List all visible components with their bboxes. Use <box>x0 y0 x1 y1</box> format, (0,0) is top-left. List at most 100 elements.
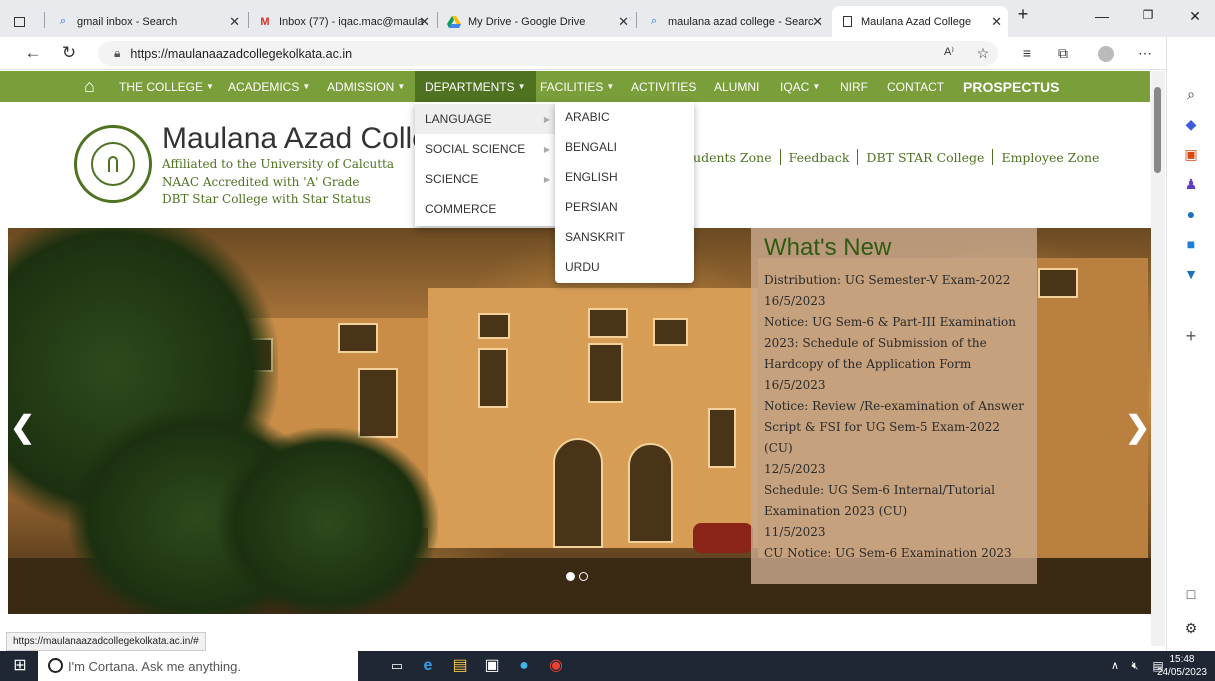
carousel-prev-arrow[interactable]: ❮ <box>10 410 35 445</box>
news-date: 16/5/2023 <box>764 294 826 308</box>
close-window-button[interactable]: ✕ <box>1185 8 1205 25</box>
nav-item-nirf[interactable]: NIRF <box>840 71 868 102</box>
nav-item-alumni[interactable]: ALUMNI <box>714 71 759 102</box>
edge-icon[interactable]: ● <box>514 656 534 676</box>
favorite-star-icon[interactable]: ☆ <box>974 45 992 62</box>
close-tab-icon[interactable]: ✕ <box>618 14 629 30</box>
shopping-tag-icon[interactable]: ◆ <box>1182 115 1200 133</box>
news-item[interactable]: Hardcopy of the Application Form <box>764 354 1025 375</box>
outlook-icon[interactable]: ■ <box>1182 235 1200 253</box>
read-aloud-icon[interactable]: A⁾ <box>940 45 958 58</box>
nav-item-academics[interactable]: ACADEMICS ▼ <box>228 71 310 102</box>
nav-item-the-college[interactable]: THE COLLEGE ▼ <box>119 71 214 102</box>
menu-item-arabic[interactable]: ARABIC <box>555 102 694 132</box>
office-icon[interactable]: ● <box>1182 205 1200 223</box>
cortana-search-box[interactable]: I'm Cortana. Ask me anything. <box>38 651 358 681</box>
search-icon[interactable]: ⌕ <box>1182 85 1200 103</box>
nav-item-activities[interactable]: ACTIVITIES <box>631 71 696 102</box>
menu-item-urdu[interactable]: URDU <box>555 252 694 282</box>
carousel-dot[interactable] <box>579 572 588 581</box>
news-item[interactable]: Schedule: UG Sem-6 Internal/Tutorial <box>764 480 1025 501</box>
menu-item-bengali[interactable]: BENGALI <box>555 132 694 162</box>
refresh-button[interactable]: ↻ <box>58 43 80 63</box>
nav-item-iqac[interactable]: IQAC ▼ <box>780 71 820 102</box>
scrollbar-thumb[interactable] <box>1154 87 1161 173</box>
task-view-icon[interactable]: ▭ <box>387 656 407 676</box>
tab-actions-button[interactable] <box>0 6 44 37</box>
news-item[interactable]: Distribution: UG Semester-V Exam-2022 <box>764 270 1025 291</box>
lock-icon: 🔒︎ <box>114 46 121 60</box>
carousel-dot-active[interactable] <box>566 572 575 581</box>
clock-time: 15:48 <box>1169 654 1195 665</box>
menu-item-sanskrit[interactable]: SANSKRIT <box>555 222 694 252</box>
news-item[interactable]: Notice: Review /Re-examination of Answer <box>764 396 1025 417</box>
nav-item-prospectus[interactable]: PROSPECTUS <box>963 71 1059 102</box>
news-item[interactable]: 2023: Schedule of Submission of the <box>764 333 1025 354</box>
url-field[interactable]: 🔒︎ https://maulanaazadcollegekolkata.ac.… <box>98 41 998 66</box>
add-icon[interactable]: + <box>1182 327 1200 345</box>
home-icon[interactable]: ⌂ <box>84 71 95 102</box>
restore-button[interactable]: ❐ <box>1138 8 1158 22</box>
more-menu-icon[interactable]: ⋯ <box>1136 45 1154 62</box>
menu-item-social-science[interactable]: SOCIAL SCIENCE ▶ <box>415 134 558 164</box>
close-tab-icon[interactable]: ✕ <box>419 14 430 30</box>
browser-tab[interactable]: M Inbox (77) - iqac.mac@maula ✕ <box>250 6 436 37</box>
volume-muted-icon[interactable]: 🔇︎ <box>1125 656 1145 676</box>
page-scrollbar[interactable] <box>1151 71 1165 646</box>
menu-item-language[interactable]: LANGUAGE ▶ <box>415 104 558 134</box>
tools-icon[interactable]: ▣ <box>1182 145 1200 163</box>
students-zone-link[interactable]: tudents Zone <box>688 150 772 165</box>
drop-icon[interactable]: ▼ <box>1182 265 1200 283</box>
menu-item-persian[interactable]: PERSIAN <box>555 192 694 222</box>
back-button[interactable]: ← <box>22 43 44 63</box>
tab-title: Inbox (77) - iqac.mac@maula <box>279 15 424 28</box>
nav-item-contact[interactable]: CONTACT <box>887 71 944 102</box>
browser-tab[interactable]: My Drive - Google Drive ✕ <box>439 6 635 37</box>
windows-taskbar: ⊞ I'm Cortana. Ask me anything. ▭ e ▤ ▣ … <box>0 651 1215 681</box>
news-item[interactable]: Notice: UG Sem-6 & Part-III Examination <box>764 312 1025 333</box>
favorites-icon[interactable]: ≡ <box>1018 45 1036 61</box>
store-icon[interactable]: ▣ <box>482 656 502 676</box>
ie-icon[interactable]: e <box>418 656 438 676</box>
submenu-arrow-icon: ▶ <box>543 174 550 184</box>
news-item[interactable]: Script & FSI for UG Sem-5 Exam-2022 (CU) <box>764 417 1025 459</box>
profile-avatar-icon[interactable] <box>1098 46 1114 62</box>
dbt-star-college-link[interactable]: DBT STAR College <box>866 150 984 165</box>
menu-item-commerce[interactable]: COMMERCE <box>415 194 558 224</box>
top-links: tudents Zone Feedback DBT STAR College E… <box>688 149 1099 165</box>
system-clock[interactable]: 15:48 24/05/2023 <box>1157 653 1207 679</box>
whats-new-title: What's New <box>764 234 892 261</box>
file-explorer-icon[interactable]: ▤ <box>450 656 470 676</box>
nav-item-facilities[interactable]: FACILITIES ▼ <box>540 71 614 102</box>
carousel-indicators <box>566 572 588 581</box>
menu-item-english[interactable]: ENGLISH <box>555 162 694 192</box>
browser-tab-active[interactable]: Maulana Azad College ✕ <box>832 6 1008 37</box>
settings-icon[interactable]: ⚙ <box>1182 619 1200 637</box>
nav-item-departments[interactable]: DEPARTMENTS ▼ <box>415 71 536 102</box>
windows-start-icon[interactable]: ⊞ <box>10 656 30 676</box>
chrome-icon[interactable]: ◉ <box>546 656 566 676</box>
new-tab-button[interactable]: + <box>1013 4 1033 25</box>
edge-sidebar: ⌕ ◆ ▣ ♟ ● ■ ▼ + □ ⚙ <box>1166 37 1215 651</box>
news-item[interactable]: Examination 2023 (CU) <box>764 501 1025 522</box>
caret-icon: ▼ <box>397 82 406 91</box>
collections-icon[interactable]: ⧉ <box>1054 45 1072 62</box>
carousel-next-arrow[interactable]: ❯ <box>1125 410 1150 445</box>
menu-item-science[interactable]: SCIENCE ▶ <box>415 164 558 194</box>
close-tab-icon[interactable]: ✕ <box>812 14 823 30</box>
browser-tab[interactable]: ⌕ gmail inbox - Search ✕ <box>48 6 246 37</box>
caret-icon: ▼ <box>302 82 311 91</box>
games-icon[interactable]: ♟ <box>1182 175 1200 193</box>
employee-zone-link[interactable]: Employee Zone <box>1001 150 1099 165</box>
language-submenu: ARABIC BENGALI ENGLISH PERSIAN SANSKRIT … <box>555 102 694 283</box>
feedback-link[interactable]: Feedback <box>789 150 850 165</box>
news-item[interactable]: CU Notice: UG Sem-6 Examination 2023 <box>764 543 1025 564</box>
sidebar-toggle-icon[interactable]: □ <box>1182 585 1200 603</box>
browser-tab[interactable]: ⌕ maulana azad college - Searc ✕ <box>639 6 829 37</box>
system-tray-chevron-icon[interactable]: ∧ <box>1105 656 1125 676</box>
nav-item-admission[interactable]: ADMISSION ▼ <box>327 71 405 102</box>
college-logo[interactable] <box>74 125 152 203</box>
close-tab-icon[interactable]: ✕ <box>229 14 240 30</box>
close-tab-icon[interactable]: ✕ <box>991 14 1002 30</box>
minimize-button[interactable]: — <box>1092 8 1112 24</box>
